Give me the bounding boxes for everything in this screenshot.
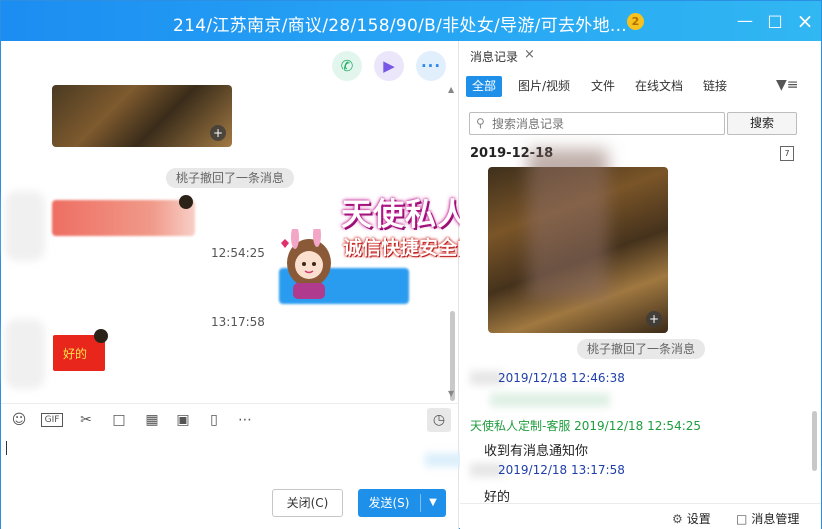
calendar-icon[interactable]: 7 [780,146,794,161]
search-icon: ⚲ [476,116,485,130]
message-time: 12:54:25 [211,246,265,260]
chevron-down-icon[interactable]: ▼ [420,489,446,517]
search-input[interactable] [492,115,720,132]
filter-images-videos[interactable]: 图片/视频 [512,76,576,97]
send-button-label[interactable]: 发送(S) [358,489,420,517]
maximize-icon[interactable]: □ [763,9,787,33]
minimize-icon[interactable]: — [733,9,757,33]
window-title: 214/江苏南京/商议/28/158/90/B/非处女/导游/可去外地... [173,16,627,36]
avatar [179,195,193,209]
message-text: 收到有消息通知你 [484,444,589,459]
expand-icon[interactable]: + [210,125,226,141]
blurred-message [52,200,195,236]
scroll-up-icon[interactable]: ▲ [448,85,454,94]
input-toolbar: ☺ GIF ✂ □ ▦ ▣ ▯ ⋯ ◷ [1,403,459,435]
avatar [5,191,45,261]
message-history-pane: 消息记录 × 全部 图片/视频 文件 在线文档 链接 ▼≡ ⚲ 搜索 2019-… [460,41,821,529]
history-scrollbar[interactable] [812,411,817,471]
video-icon[interactable]: ▶ [374,51,404,81]
text-caret [6,441,7,455]
gif-icon[interactable]: GIF [41,413,63,427]
image-message[interactable]: + [52,85,232,147]
settings-label: 设置 [686,512,711,526]
chat-manage-icon: □ [736,512,748,526]
filter-all[interactable]: 全部 [466,76,503,97]
message-manage-button[interactable]: □ 消息管理 [736,510,799,527]
gear-icon: ⚙ [672,512,683,526]
message-time: 13:17:58 [211,315,265,329]
mascot-logo-icon [281,229,331,299]
close-icon[interactable]: × [524,47,535,62]
filter-links[interactable]: 链接 [697,76,733,97]
message-meta: 2019/12/18 13:17:58 [498,463,625,477]
phone-screen-icon[interactable]: ▯ [204,410,224,430]
image-icon[interactable]: ▣ [173,410,193,430]
recall-notice: 桃子撤回了一条消息 [166,168,295,188]
more-icon[interactable]: ··· [416,51,446,81]
level-badge-icon: 2 [627,13,644,30]
message-meta: 天使私人定制-客服 2019/12/18 12:54:25 [470,419,702,433]
chat-window: 214/江苏南京/商议/28/158/90/B/非处女/导游/可去外地... 2… [0,0,822,529]
title-bar: 214/江苏南京/商议/28/158/90/B/非处女/导游/可去外地... 2… [1,1,821,41]
close-icon[interactable]: × [793,9,817,33]
recall-notice: 桃子撤回了一条消息 [577,339,706,359]
close-button[interactable]: 关闭(C) [272,489,343,517]
history-clock-icon[interactable]: ◷ [427,408,451,432]
phone-icon[interactable]: ✆ [332,51,362,81]
chat-pane: ✆ ▶ ··· + 桃子撤回了一条消息 12:54:25 13:17:58 好的… [1,41,475,529]
filter-files[interactable]: 文件 [585,76,621,97]
filter-icon[interactable]: ▼≡ [776,77,799,93]
tab-message-history[interactable]: 消息记录 [470,48,518,65]
avatar [5,319,45,389]
blurred-region [528,149,608,299]
avatar [94,329,108,343]
expand-icon[interactable]: + [646,311,662,327]
history-footer: ⚙ 设置 □ 消息管理 [460,503,821,529]
message-meta: 2019/12/18 12:46:38 [498,371,625,385]
blurred-region [490,393,610,407]
manage-label: 消息管理 [751,512,800,526]
folder-icon[interactable]: □ [109,410,129,430]
message-input[interactable] [1,435,475,485]
more-icon[interactable]: ⋯ [235,410,255,430]
settings-button[interactable]: ⚙ 设置 [672,510,711,527]
scissors-icon[interactable]: ✂ [76,410,96,430]
scroll-down-icon[interactable]: ▼ [448,389,454,398]
chat-scrollbar[interactable] [450,311,455,401]
search-field[interactable]: ⚲ [469,112,725,135]
send-button[interactable]: 发送(S) ▼ [358,489,446,517]
search-button[interactable]: 搜索 [727,112,797,135]
emoji-icon[interactable]: ☺ [9,410,29,430]
sticker-text: 好的 [63,347,88,361]
filter-online-docs[interactable]: 在线文档 [629,76,689,97]
screenshot-icon[interactable]: ▦ [142,410,162,430]
